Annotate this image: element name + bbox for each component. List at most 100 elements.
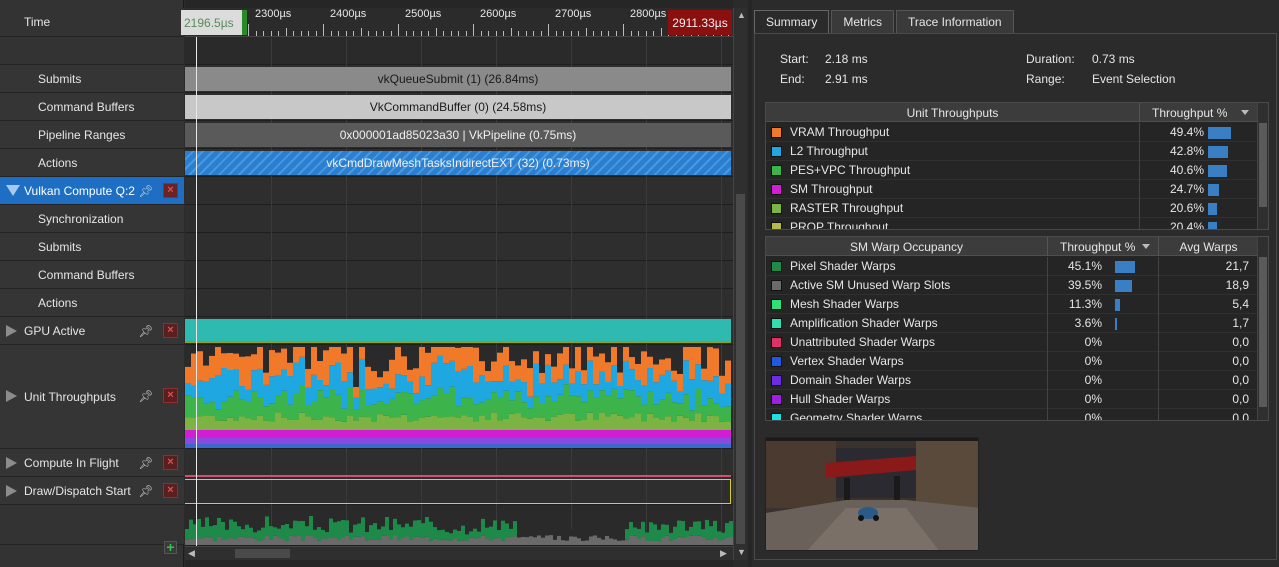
close-icon[interactable]: × <box>163 183 178 198</box>
throughput-segment <box>617 372 623 387</box>
row-gpu-active[interactable]: GPU Active 📌︎ × <box>0 317 184 345</box>
table-row[interactable]: PROP Throughput 20.4% <box>766 218 1268 229</box>
table-scroll-thumb[interactable] <box>1259 257 1267 407</box>
gpu-active-bar[interactable] <box>185 319 731 343</box>
time-ruler[interactable]: 2300µs 2400µs 2500µs 2600µs 2700µs 2800µ… <box>185 8 733 37</box>
expand-triangle-icon[interactable] <box>6 325 17 337</box>
throughput-segment <box>281 430 287 438</box>
column-header-throughput[interactable]: Throughput % <box>1140 103 1258 122</box>
column-header-warp[interactable]: SM Warp Occupancy <box>766 237 1048 256</box>
occupancy-segment <box>533 537 537 545</box>
tracks-area[interactable]: vkQueueSubmit (1) (26.84ms) VkCommandBuf… <box>185 0 733 567</box>
table-row[interactable]: Active SM Unused Warp Slots 39.5% 18,9 <box>766 276 1268 295</box>
pin-icon[interactable]: 📌︎ <box>138 389 153 403</box>
unit-throughputs-graph[interactable] <box>185 347 733 448</box>
close-icon[interactable]: × <box>163 388 178 403</box>
occupancy-segment <box>225 529 229 540</box>
expand-triangle-icon[interactable] <box>6 457 17 469</box>
horizontal-scrollbar[interactable]: ◀ ▶ <box>185 546 733 560</box>
row-compute-command-buffers[interactable]: Command Buffers <box>0 261 184 289</box>
table-row[interactable]: Pixel Shader Warps 45.1% 21,7 <box>766 257 1268 276</box>
row-submits[interactable]: Submits <box>0 65 184 93</box>
unit-name: RASTER Throughput <box>790 201 904 215</box>
pin-icon[interactable]: 📌︎ <box>138 484 153 498</box>
pin-icon[interactable]: 📌︎ <box>138 456 153 470</box>
vertical-scroll-thumb[interactable] <box>736 194 745 544</box>
bar-label: 0x000001ad85023a30 | VkPipeline (0.75ms) <box>339 128 577 142</box>
scroll-down-icon[interactable]: ▼ <box>737 547 746 557</box>
throughput-segment <box>353 438 359 444</box>
table-row[interactable]: PES+VPC Throughput 40.6% <box>766 161 1268 180</box>
selection-end-marker[interactable]: 2911.33µs <box>668 10 732 35</box>
occupancy-segment <box>709 526 713 540</box>
action-event-bar[interactable]: vkCmdDrawMeshTasksIndirectEXT (32) (0.73… <box>185 151 731 175</box>
row-compute-in-flight[interactable]: Compute In Flight 📌︎ × <box>0 449 184 477</box>
selection-start-line[interactable] <box>196 37 197 546</box>
column-header-unit[interactable]: Unit Throughputs <box>766 103 1140 122</box>
command-buffer-event-bar[interactable]: VkCommandBuffer (0) (24.58ms) <box>185 95 731 119</box>
pin-icon[interactable]: 📌︎ <box>138 184 153 198</box>
table-scrollbar[interactable] <box>1257 103 1268 229</box>
track-compute-submits <box>185 233 733 261</box>
row-draw-dispatch-start[interactable]: Draw/Dispatch Start 📌︎ × <box>0 477 184 505</box>
table-scroll-thumb[interactable] <box>1259 123 1267 207</box>
row-compute-submits[interactable]: Submits <box>0 233 184 261</box>
tab-metrics[interactable]: Metrics <box>831 10 895 33</box>
throughput-segment <box>533 430 539 438</box>
table-row[interactable]: RASTER Throughput 20.6% <box>766 199 1268 218</box>
row-compute-actions[interactable]: Actions <box>0 289 184 317</box>
table-row[interactable]: Domain Shader Warps 0% 0,0 <box>766 371 1268 390</box>
submit-event-bar[interactable]: vkQueueSubmit (1) (26.84ms) <box>185 67 731 91</box>
expand-triangle-icon[interactable] <box>6 390 17 402</box>
frame-thumbnail[interactable] <box>765 437 979 551</box>
occupancy-segment <box>573 536 577 545</box>
row-pipeline-ranges[interactable]: Pipeline Ranges <box>0 121 184 149</box>
occupancy-segment <box>529 525 533 537</box>
scroll-left-icon[interactable]: ◀ <box>188 548 195 559</box>
throughput-segment <box>485 371 491 382</box>
pin-icon[interactable]: 📌︎ <box>138 324 153 338</box>
collapse-triangle-icon[interactable] <box>6 185 20 196</box>
close-icon[interactable]: × <box>163 483 178 498</box>
plus-icon[interactable]: + <box>164 540 177 554</box>
selection-start-marker[interactable]: 2196.5µs <box>181 10 247 35</box>
table-scrollbar[interactable] <box>1257 237 1268 420</box>
occupancy-segment <box>589 536 593 545</box>
tab-trace-information[interactable]: Trace Information <box>896 10 1014 33</box>
throughput-segment <box>665 416 671 430</box>
scene-image <box>766 438 978 550</box>
throughput-segment <box>323 444 329 448</box>
vertical-scrollbar[interactable]: ▲ ▼ <box>733 8 747 560</box>
tab-summary[interactable]: Summary <box>754 10 830 33</box>
table-row[interactable]: L2 Throughput 42.8% <box>766 142 1268 161</box>
row-vulkan-compute-group[interactable]: Vulkan Compute Q:2 📌︎ × <box>0 177 184 205</box>
expand-triangle-icon[interactable] <box>6 485 17 497</box>
table-row[interactable]: Unattributed Shader Warps 0% 0,0 <box>766 333 1268 352</box>
scroll-up-icon[interactable]: ▲ <box>737 10 746 20</box>
table-row[interactable]: Amplification Shader Warps 3.6% 1,7 <box>766 314 1268 333</box>
close-icon[interactable]: × <box>163 455 178 470</box>
row-command-buffers[interactable]: Command Buffers <box>0 93 184 121</box>
row-synchronization[interactable]: Synchronization <box>0 205 184 233</box>
pipeline-range-event-bar[interactable]: 0x000001ad85023a30 | VkPipeline (0.75ms) <box>185 123 731 147</box>
table-row[interactable]: Mesh Shader Warps 11.3% 5,4 <box>766 295 1268 314</box>
occupancy-segment <box>373 539 377 545</box>
column-header-throughput[interactable]: Throughput % <box>1048 237 1159 256</box>
table-row[interactable]: SM Throughput 24.7% <box>766 180 1268 199</box>
occupancy-segment <box>693 521 697 536</box>
occupancy-segment <box>489 540 493 545</box>
throughput-segment <box>233 353 239 370</box>
occupancy-segment <box>305 535 309 545</box>
sm-warp-graph[interactable] <box>185 505 733 545</box>
horizontal-scroll-thumb[interactable] <box>235 549 290 558</box>
row-actions[interactable]: Actions <box>0 149 184 177</box>
table-row[interactable]: Geometry Shader Warps 0% 0,0 <box>766 409 1268 420</box>
table-row[interactable]: Hull Shader Warps 0% 0,0 <box>766 390 1268 409</box>
close-icon[interactable]: × <box>163 323 178 338</box>
table-row[interactable]: VRAM Throughput 49.4% <box>766 123 1268 142</box>
table-row[interactable]: Vertex Shader Warps 0% 0,0 <box>766 352 1268 371</box>
scroll-right-icon[interactable]: ▶ <box>720 548 727 559</box>
column-header-avg-warps[interactable]: Avg Warps <box>1159 237 1259 256</box>
occupancy-segment <box>309 535 313 545</box>
row-unit-throughputs[interactable]: Unit Throughputs 📌︎ × <box>0 345 184 449</box>
